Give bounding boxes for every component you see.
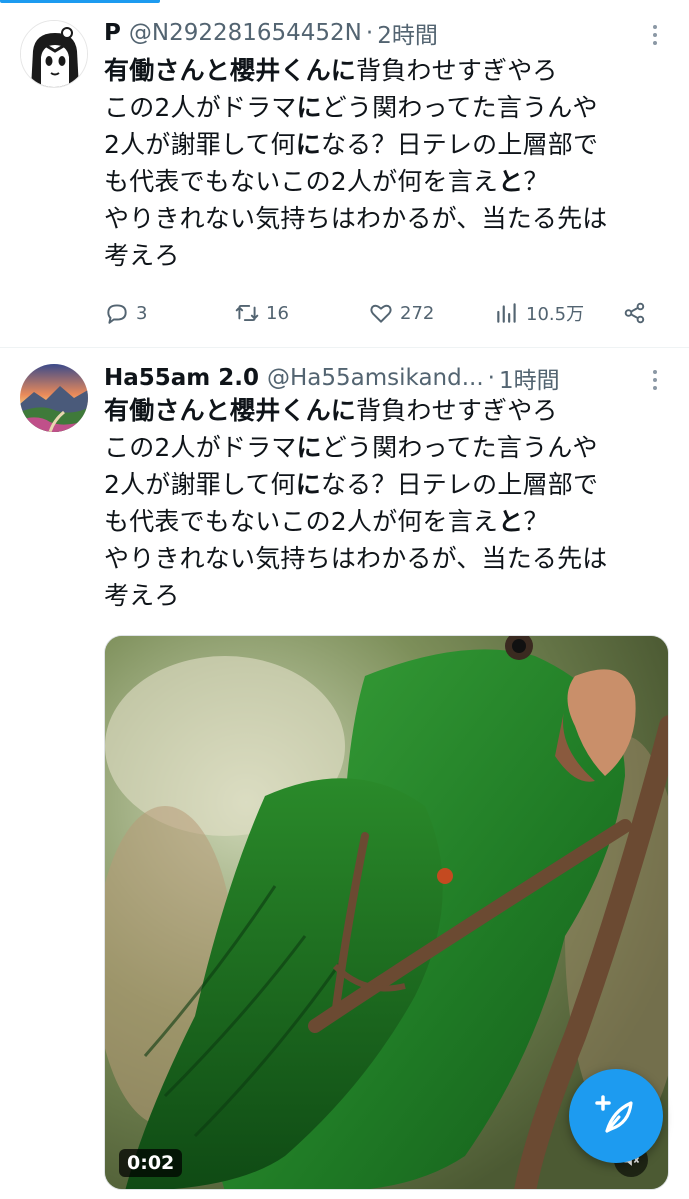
tweet-text-segment: なる？日テレの上層部で (320, 470, 599, 499)
like-button[interactable]: 272 (368, 300, 434, 326)
tweet-text-segment: やりきれない気持ちはわかるが、当たる先は (104, 204, 608, 233)
tweet-text-line: やりきれない気持ちはわかるが、当たる先は (104, 200, 671, 237)
tweet-text: 有働さんと櫻井くんに背負わせすぎやろ この2人がドラマにどう関わってた言うんや 2人… (104, 52, 671, 274)
tweet[interactable]: P @N292281654452N · 2時間 有働さんと櫻井くんに背負わせすぎ… (0, 0, 689, 348)
separator-dot: · (487, 365, 495, 391)
tweet-text-segment: 背負わせすぎやろ (356, 396, 558, 425)
tweet-text-segment: と (498, 507, 524, 536)
tweet-header: P @N292281654452N · 2時間 (104, 16, 659, 50)
views-button[interactable]: 10.5万 (494, 300, 584, 326)
tweet-text-segment: ？ (523, 507, 549, 536)
tweet-text-segment: どう関わってた言うんや (321, 433, 598, 462)
timestamp[interactable]: 1時間 (499, 361, 560, 395)
tweet-actions: 3 16 272 10.5万 (104, 296, 659, 334)
share-button[interactable] (622, 300, 648, 326)
tweet-text-line: 有働さんと櫻井くんに背負わせすぎやろ (104, 52, 671, 89)
tweet-text-line: 考えろ (104, 237, 671, 274)
more-icon[interactable] (643, 20, 667, 50)
tweet-text-line: この2人がドラマにどう関わってた言うんや (104, 429, 671, 466)
tweet-text-line: 有働さんと櫻井くんに背負わせすぎやろ (104, 392, 671, 429)
separator-dot: · (365, 20, 374, 46)
reply-button[interactable]: 3 (104, 300, 147, 326)
tweet-text-segment: 有働さんと櫻井くんに (104, 56, 357, 85)
avatar[interactable] (20, 364, 88, 432)
video-time-badge: 0:02 (119, 1149, 183, 1177)
avatar[interactable] (20, 20, 88, 88)
tweet-text-segment: 2人が謝罪して何 (104, 470, 296, 499)
tweet-text-segment: どう関わってた言うんや (321, 93, 598, 122)
like-icon (370, 304, 392, 323)
tweet-text-segment: 背負わせすぎやろ (356, 56, 558, 85)
tweet-text-line: 2人が謝罪して何になる？日テレの上層部で (104, 126, 671, 163)
retweet-count: 16 (266, 302, 289, 324)
display-name[interactable]: Ha55am 2.0 (104, 365, 259, 391)
tweet-text-line: この2人がドラマにどう関わってた言うんや (104, 89, 671, 126)
tweet-text-segment: 2人が謝罪して何 (104, 130, 296, 159)
tweet-text-line: 2人が謝罪して何になる？日テレの上層部で (104, 466, 671, 503)
tweet-text-segment: この2人がドラマ (104, 93, 297, 122)
more-icon[interactable] (643, 365, 667, 395)
tweet-text-segment: 考えろ (104, 581, 180, 610)
tweet-text-line: も代表でもないこの2人が何を言えと？ (104, 503, 671, 540)
tweet-text-segment: も代表でもないこの2人が何を言え (104, 507, 499, 536)
tweet-text-segment: に (295, 470, 321, 499)
tweet-text-segment: も代表でもないこの2人が何を言え (104, 167, 499, 196)
retweet-button[interactable]: 16 (234, 300, 289, 326)
views-count: 10.5万 (526, 304, 585, 325)
user-handle[interactable]: @Ha55amsikand... (267, 365, 484, 391)
tweet-text-line: 考えろ (104, 577, 671, 614)
tweet-text-segment: 有働さんと櫻井くんに (104, 396, 357, 425)
tweet-text-line: も代表でもないこの2人が何を言えと？ (104, 163, 671, 200)
tweet-text-line: やりきれない気持ちはわかるが、当たる先は (104, 540, 671, 577)
tweet-header: Ha55am 2.0 @Ha55amsikand... · 1時間 (104, 361, 659, 395)
reply-count: 3 (136, 302, 148, 324)
display-name[interactable]: P (104, 20, 121, 46)
timestamp[interactable]: 2時間 (377, 16, 438, 50)
compose-button[interactable] (569, 1069, 663, 1163)
tweet-text-segment: に (295, 130, 321, 159)
views-icon (497, 303, 516, 323)
reply-icon (107, 304, 127, 324)
like-count: 272 (400, 302, 435, 324)
tweet-text-segment: に (296, 93, 322, 122)
tweet-text-segment: 考えろ (104, 241, 180, 270)
tweet-text-segment: やりきれない気持ちはわかるが、当たる先は (104, 544, 608, 573)
tweet[interactable]: Ha55am 2.0 @Ha55amsikand... · 1時間 有働さんと櫻… (0, 349, 689, 1199)
compose-icon (595, 1095, 633, 1133)
user-handle[interactable]: @N292281654452N (129, 20, 362, 46)
tweet-text-segment: この2人がドラマ (104, 433, 297, 462)
tweet-text: 有働さんと櫻井くんに背負わせすぎやろ この2人がドラマにどう関わってた言うんや 2人… (104, 392, 671, 614)
tweet-text-segment: に (296, 433, 322, 462)
tweet-text-segment: と (498, 167, 524, 196)
share-icon (624, 302, 645, 324)
retweet-icon (235, 304, 259, 322)
tweet-text-segment: なる？日テレの上層部で (320, 130, 599, 159)
tweet-text-segment: ？ (523, 167, 549, 196)
